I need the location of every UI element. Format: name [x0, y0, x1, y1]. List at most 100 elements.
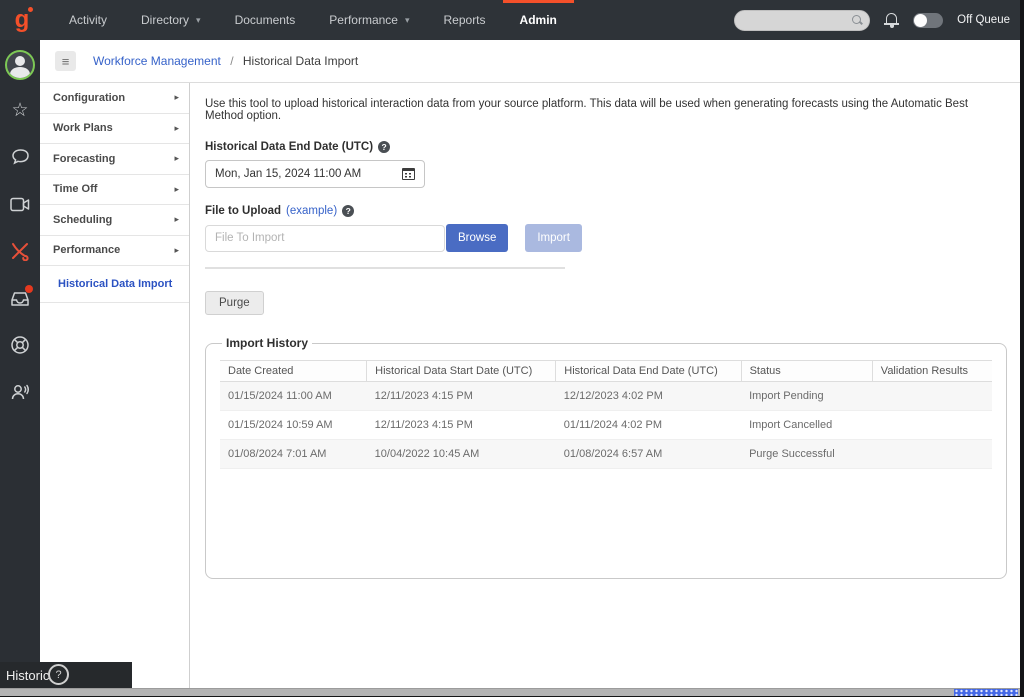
- cell-start-date: 12/11/2023 4:15 PM: [367, 411, 556, 440]
- cell-end-date: 01/11/2024 4:02 PM: [556, 411, 741, 440]
- chevron-right-icon: ▸: [174, 92, 179, 103]
- nav-documents[interactable]: Documents: [218, 0, 313, 40]
- rail-icons: ☆: [0, 100, 40, 402]
- end-date-label-row: Historical Data End Date (UTC) ?: [205, 141, 1007, 153]
- sidebar-item-work-plans[interactable]: Work Plans ▸: [40, 114, 189, 145]
- import-button[interactable]: Import: [525, 224, 582, 252]
- breadcrumb-bar: Workforce Management / Historical Data I…: [40, 40, 1020, 83]
- nav-reports[interactable]: Reports: [427, 0, 503, 40]
- table-row[interactable]: 01/15/2024 10:59 AM 12/11/2023 4:15 PM 0…: [220, 411, 992, 440]
- cell-start-date: 12/11/2023 4:15 PM: [367, 382, 556, 411]
- import-history-panel: Import History Date Created Historical D…: [205, 336, 1007, 579]
- menu-label: Time Off: [53, 183, 97, 195]
- table-row[interactable]: 01/15/2024 11:00 AM 12/11/2023 4:15 PM 1…: [220, 382, 992, 411]
- search-input[interactable]: [745, 14, 852, 26]
- help-icon[interactable]: ?: [342, 205, 354, 217]
- chevron-down-icon: ▾: [196, 15, 201, 26]
- browse-button[interactable]: Browse: [446, 224, 508, 252]
- chevron-right-icon: ▸: [174, 214, 179, 225]
- support-wheel-icon[interactable]: [10, 335, 30, 355]
- user-avatar[interactable]: [5, 50, 35, 80]
- table-row[interactable]: 01/08/2024 7:01 AM 10/04/2022 10:45 AM 0…: [220, 440, 992, 469]
- agent-audio-icon[interactable]: [10, 382, 30, 402]
- cell-status: Import Cancelled: [741, 411, 872, 440]
- end-date-value[interactable]: [215, 168, 402, 180]
- cell-date-created: 01/15/2024 11:00 AM: [220, 382, 367, 411]
- file-upload-row: Browse Import: [205, 224, 1007, 252]
- chat-icon[interactable]: [10, 147, 30, 167]
- sidebar-item-configuration[interactable]: Configuration ▸: [40, 83, 189, 114]
- end-date-label: Historical Data End Date (UTC): [205, 141, 373, 153]
- cell-status: Purge Successful: [741, 440, 872, 469]
- nav-activity[interactable]: Activity: [52, 0, 124, 40]
- sidebar-item-time-off[interactable]: Time Off ▸: [40, 175, 189, 206]
- genesys-logo-icon: g: [15, 8, 30, 32]
- file-to-import-input[interactable]: [205, 225, 445, 252]
- menu-label: Configuration: [53, 92, 125, 104]
- menu-label: Historical Data Import: [58, 278, 172, 290]
- cell-date-created: 01/15/2024 10:59 AM: [220, 411, 367, 440]
- nav-label: Directory: [141, 13, 189, 27]
- menu-icon[interactable]: [55, 51, 76, 71]
- breadcrumb-link-workforce-management[interactable]: Workforce Management: [93, 54, 221, 68]
- queue-toggle[interactable]: [913, 13, 943, 28]
- notifications-icon[interactable]: [884, 12, 899, 28]
- search-icon: [852, 15, 863, 26]
- cell-validation-results: [872, 382, 992, 411]
- col-status: Status: [741, 361, 872, 382]
- import-history-title: Import History: [222, 336, 312, 350]
- cell-validation-results: [872, 411, 992, 440]
- app-root: g Activity Directory ▾ Documents Performa…: [0, 0, 1020, 696]
- chevron-right-icon: ▸: [174, 245, 179, 256]
- chevron-right-icon: ▸: [174, 153, 179, 164]
- end-date-picker[interactable]: [205, 160, 425, 188]
- toggle-knob: [914, 14, 927, 27]
- col-date-created: Date Created: [220, 361, 367, 382]
- nav-label: Performance: [329, 13, 398, 27]
- star-icon[interactable]: ☆: [10, 100, 30, 120]
- nav-label: Admin: [520, 13, 557, 27]
- nav-performance[interactable]: Performance ▾: [312, 0, 426, 40]
- chevron-right-icon: ▸: [174, 184, 179, 195]
- menu-label: Forecasting: [53, 153, 115, 165]
- help-badge-icon[interactable]: ?: [48, 664, 69, 685]
- menu-label: Performance: [53, 244, 120, 256]
- nav-label: Reports: [444, 13, 486, 27]
- cell-validation-results: [872, 440, 992, 469]
- example-link[interactable]: (example): [286, 205, 337, 217]
- sidebar-item-scheduling[interactable]: Scheduling ▸: [40, 205, 189, 236]
- sidebar-item-forecasting[interactable]: Forecasting ▸: [40, 144, 189, 175]
- cell-date-created: 01/08/2024 7:01 AM: [220, 440, 367, 469]
- help-icon[interactable]: ?: [378, 141, 390, 153]
- cell-start-date: 10/04/2022 10:45 AM: [367, 440, 556, 469]
- sidebar-item-historical-data-import[interactable]: Historical Data Import: [40, 266, 189, 303]
- workforce-icon[interactable]: [10, 241, 30, 261]
- video-icon[interactable]: [10, 194, 30, 214]
- scrollbar-thumb[interactable]: [954, 689, 1018, 696]
- calendar-icon[interactable]: [402, 168, 415, 180]
- chevron-right-icon: ▸: [174, 123, 179, 134]
- sidebar-item-performance[interactable]: Performance ▸: [40, 236, 189, 267]
- chevron-down-icon: ▾: [405, 15, 410, 26]
- menu-label: Work Plans: [53, 122, 113, 134]
- breadcrumb: Workforce Management / Historical Data I…: [93, 54, 358, 68]
- file-upload-label: File to Upload: [205, 205, 281, 217]
- notification-dot: [25, 285, 33, 293]
- global-search[interactable]: [734, 10, 870, 31]
- section-divider: [205, 267, 565, 269]
- purge-button[interactable]: Purge: [205, 291, 264, 315]
- wfm-side-menu: Configuration▸ Work Plans▸ Forecasting▸ …: [40, 83, 190, 688]
- horizontal-scrollbar[interactable]: [0, 688, 1020, 696]
- breadcrumb-current: Historical Data Import: [243, 54, 358, 68]
- nav-directory[interactable]: Directory ▾: [124, 0, 218, 40]
- import-history-table: Date Created Historical Data Start Date …: [220, 360, 992, 469]
- brand-logo[interactable]: g: [0, 0, 44, 40]
- inbox-icon[interactable]: [10, 288, 30, 308]
- left-rail: ☆: [0, 40, 40, 688]
- nav-admin[interactable]: Admin: [503, 0, 574, 40]
- nav-label: Documents: [235, 13, 296, 27]
- cell-status: Import Pending: [741, 382, 872, 411]
- main-content: Use this tool to upload historical inter…: [190, 83, 1020, 688]
- menu-label: Scheduling: [53, 214, 112, 226]
- col-start-date: Historical Data Start Date (UTC): [367, 361, 556, 382]
